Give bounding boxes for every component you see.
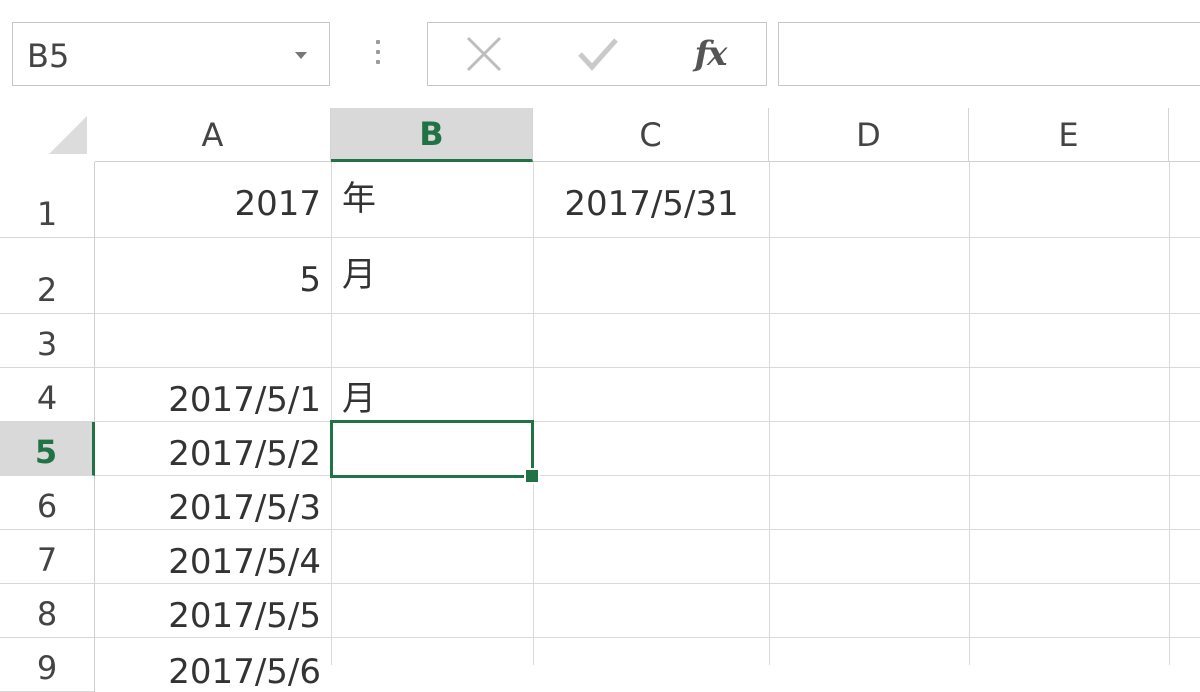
column-header-a[interactable]: A	[95, 108, 331, 162]
column-header-d[interactable]: D	[769, 108, 969, 162]
cell-a6[interactable]: 2017/5/3	[96, 476, 331, 530]
formula-bar-area: B5 fx	[0, 0, 1200, 98]
enter-button[interactable]	[558, 23, 638, 85]
cancel-button[interactable]	[444, 23, 524, 85]
insert-function-button[interactable]: fx	[670, 23, 750, 85]
cell-b1[interactable]: 年	[332, 162, 532, 222]
cell-a9[interactable]: 2017/5/6	[96, 638, 331, 692]
cell-a8[interactable]: 2017/5/5	[96, 584, 331, 638]
row-header-9[interactable]: 9	[0, 638, 95, 692]
gridline-h	[95, 313, 1200, 314]
check-icon	[578, 38, 618, 71]
formula-buttons: fx	[427, 22, 767, 86]
cell-a4[interactable]: 2017/5/1	[96, 368, 331, 422]
column-header-e[interactable]: E	[969, 108, 1169, 162]
column-header-c[interactable]: C	[533, 108, 769, 162]
row-header-7[interactable]: 7	[0, 530, 95, 584]
column-header-f[interactable]	[1169, 108, 1200, 162]
name-box-value: B5	[27, 37, 70, 75]
cell-b4[interactable]: 月	[332, 368, 532, 422]
active-cell-b5[interactable]	[330, 420, 534, 478]
select-all-button[interactable]	[0, 108, 95, 162]
row-header-6[interactable]: 6	[0, 476, 95, 530]
cell-a7[interactable]: 2017/5/4	[96, 530, 331, 584]
row-header-4[interactable]: 4	[0, 368, 95, 422]
row-header-2[interactable]: 2	[0, 238, 95, 314]
fx-icon: fx	[694, 34, 728, 74]
formula-input[interactable]	[778, 22, 1200, 86]
x-icon	[466, 36, 502, 72]
cell-a2[interactable]: 5	[96, 238, 331, 302]
vertical-ellipsis-icon[interactable]	[374, 36, 382, 72]
cell-a5[interactable]: 2017/5/2	[96, 422, 331, 476]
row-header-1[interactable]: 1	[0, 162, 95, 238]
select-all-triangle-icon	[49, 116, 87, 154]
column-header-b[interactable]: B	[331, 108, 533, 162]
row-header-8[interactable]: 8	[0, 584, 95, 638]
chevron-down-icon[interactable]	[295, 52, 307, 59]
name-box[interactable]: B5	[12, 22, 330, 86]
cell-a1[interactable]: 2017	[96, 162, 331, 226]
cell-b2[interactable]: 月	[332, 238, 532, 298]
cell-c1[interactable]: 2017/5/31	[534, 162, 769, 226]
row-header-5[interactable]: 5	[0, 422, 95, 476]
fill-handle[interactable]	[524, 468, 540, 484]
row-header-3[interactable]: 3	[0, 314, 95, 368]
